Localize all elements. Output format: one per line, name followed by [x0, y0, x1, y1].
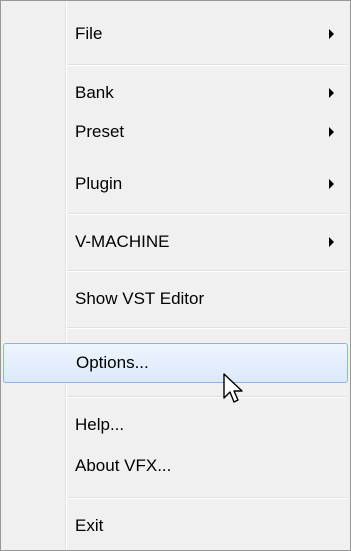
submenu-arrow-icon [329, 88, 334, 98]
menu-separator [67, 396, 347, 398]
menu-item-label: Bank [75, 83, 114, 102]
menu-item-label: Preset [75, 122, 125, 141]
menu-item-exit[interactable]: Exit [3, 507, 348, 545]
mouse-pointer-icon [223, 373, 243, 403]
submenu-arrow-icon [329, 179, 334, 189]
menu-item-help[interactable]: Help... [3, 406, 348, 444]
menu-separator [67, 64, 347, 66]
menu-item-bank[interactable]: Bank [3, 74, 348, 112]
submenu-arrow-icon [329, 29, 334, 39]
menu-item-label: Show VST Editor [75, 289, 205, 308]
menu-item-label: Help... [75, 415, 125, 434]
submenu-arrow-icon [329, 237, 334, 247]
menu-item-show-vst-editor[interactable]: Show VST Editor [3, 280, 348, 318]
menu-item-label: Exit [75, 516, 104, 535]
menu-item-label: Plugin [75, 174, 123, 193]
menu-separator [67, 497, 347, 499]
menu-item-options[interactable]: Options... [3, 343, 348, 383]
menu-separator [67, 327, 347, 329]
menu-item-file[interactable]: File [3, 15, 348, 53]
menu-item-label: V-MACHINE [75, 232, 170, 251]
menu-item-plugin[interactable]: Plugin [3, 165, 348, 203]
submenu-arrow-icon [329, 127, 334, 137]
menu-item-label: Options... [76, 353, 149, 372]
menu-separator [67, 213, 347, 215]
menu-separator [67, 270, 347, 272]
menu-item-label: About VFX... [75, 456, 172, 475]
menu-item-about[interactable]: About VFX... [3, 447, 348, 485]
context-menu: File Bank Preset Plugin V-MACHINE Show V… [0, 0, 351, 551]
menu-item-preset[interactable]: Preset [3, 113, 348, 151]
menu-item-v-machine[interactable]: V-MACHINE [3, 223, 348, 261]
menu-item-label: File [75, 24, 103, 43]
